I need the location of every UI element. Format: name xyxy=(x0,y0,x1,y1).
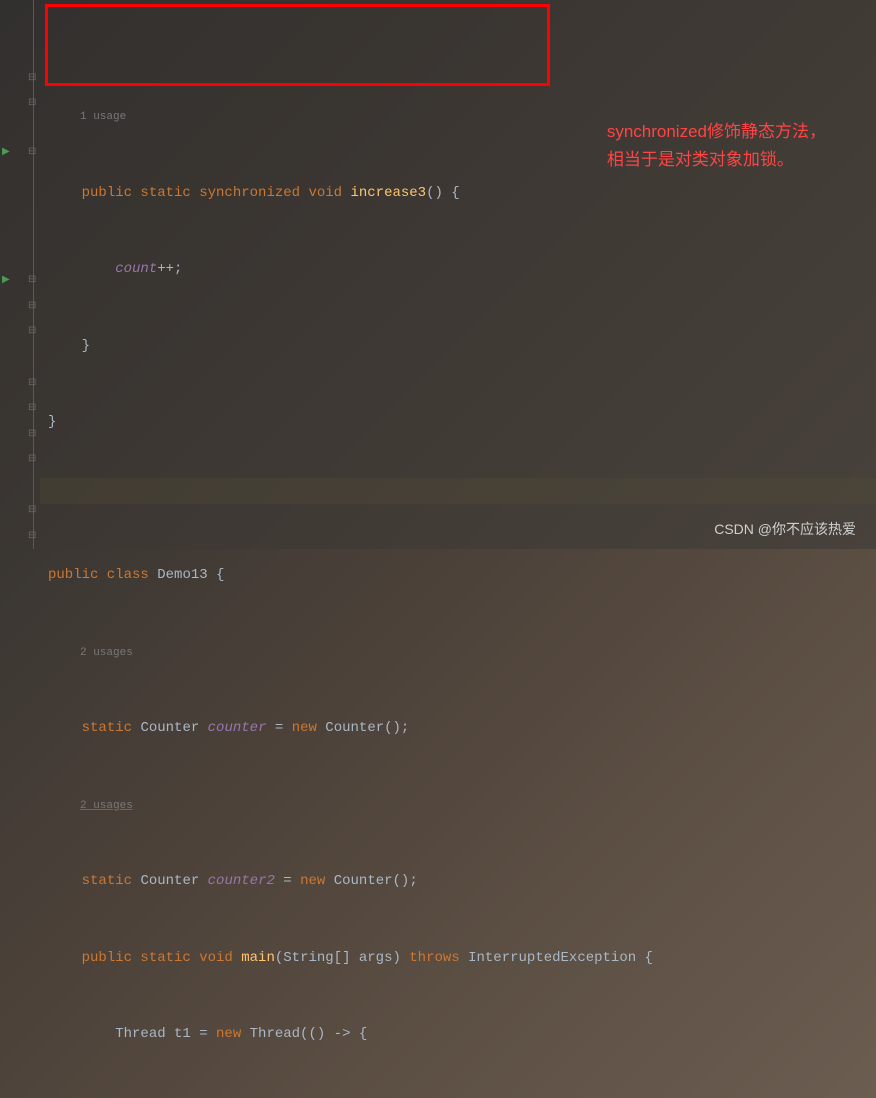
fold-open-icon[interactable]: ⊟ xyxy=(28,428,36,440)
fold-open-icon[interactable]: ⊟ xyxy=(28,146,36,158)
fold-close-icon[interactable]: ⊟ xyxy=(28,97,36,109)
code-line: count++; xyxy=(40,257,876,283)
fold-close-icon[interactable]: ⊟ xyxy=(28,402,36,414)
code-line: } xyxy=(40,410,876,436)
fold-close-icon[interactable]: ⊟ xyxy=(28,377,36,389)
code-line: public class Demo13 { xyxy=(40,563,876,589)
code-line: static Counter counter2 = new Counter(); xyxy=(40,869,876,895)
code-line: } xyxy=(40,334,876,360)
code-line: public static synchronized void increase… xyxy=(40,181,876,207)
watermark: CSDN @你不应该热爱 xyxy=(714,519,856,539)
usage-hint[interactable]: 1 usage xyxy=(48,111,126,123)
code-editor: ▶ ▶ ⊟ ⊟ ⊟ ⊟ ⊟ ⊟ ⊟ ⊟ ⊟ ⊟ ⊟ ⊟ 1 usage publ… xyxy=(0,0,876,549)
fold-open-icon[interactable]: ⊟ xyxy=(28,325,36,337)
usage-hint[interactable]: 2 usages xyxy=(48,800,133,812)
code-content[interactable]: 1 usage public static synchronized void … xyxy=(40,0,876,549)
fold-open-icon[interactable]: ⊟ xyxy=(28,453,36,465)
usage-hint[interactable]: 2 usages xyxy=(48,647,133,659)
fold-close-icon[interactable]: ⊟ xyxy=(28,530,36,542)
fold-open-icon[interactable]: ⊟ xyxy=(28,274,36,286)
fold-close-icon[interactable]: ⊟ xyxy=(28,72,36,84)
run-gutter-icon[interactable]: ▶ xyxy=(2,274,10,286)
code-line: static Counter counter = new Counter(); xyxy=(40,716,876,742)
run-gutter-icon[interactable]: ▶ xyxy=(2,146,10,158)
editor-gutter: ▶ ▶ ⊟ ⊟ ⊟ ⊟ ⊟ ⊟ ⊟ ⊟ ⊟ ⊟ ⊟ ⊟ xyxy=(0,0,40,549)
annotation-text: synchronized修饰静态方法， 相当于是对类对象加锁。 xyxy=(607,118,826,174)
code-line: public static void main(String[] args) t… xyxy=(40,946,876,972)
fold-open-icon[interactable]: ⊟ xyxy=(28,300,36,312)
fold-close-icon[interactable]: ⊟ xyxy=(28,504,36,516)
code-line: Thread t1 = new Thread(() -> { xyxy=(40,1022,876,1048)
